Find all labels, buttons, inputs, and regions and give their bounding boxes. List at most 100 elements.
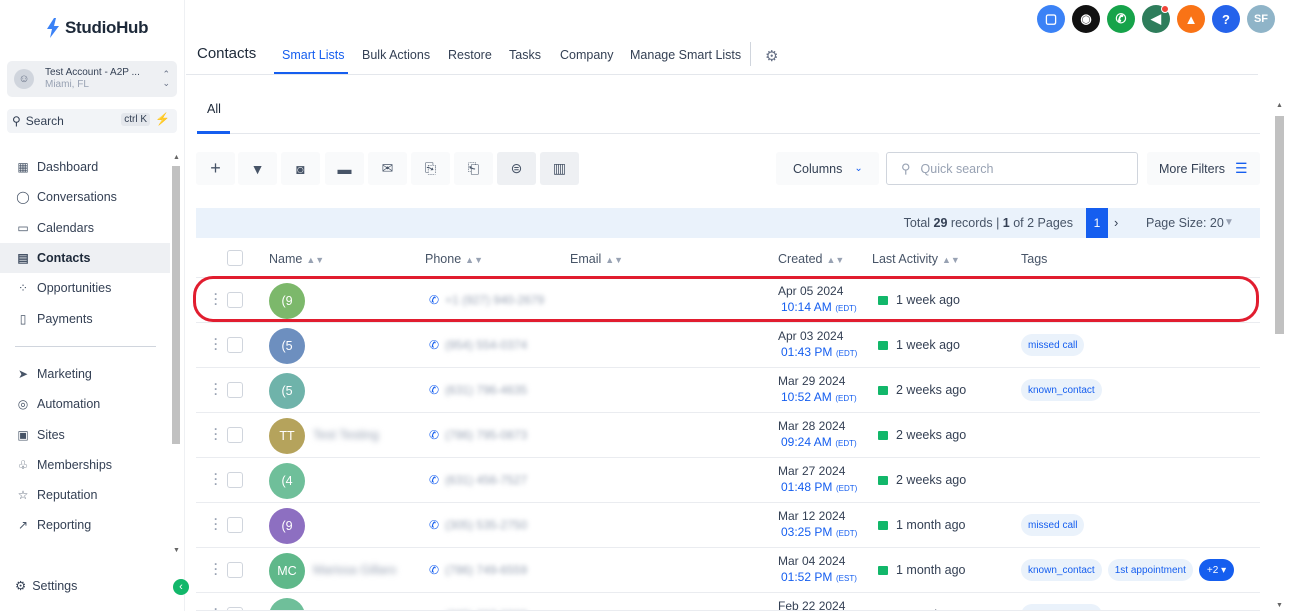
row-checkbox[interactable] bbox=[227, 517, 243, 533]
phone-icon[interactable]: ✆ bbox=[1107, 5, 1135, 33]
row-checkbox[interactable] bbox=[227, 337, 243, 353]
app-logo[interactable]: StudioHub bbox=[45, 18, 149, 38]
tag[interactable]: known_contact bbox=[1021, 559, 1102, 581]
delete-contacts-button[interactable]: ⊜ bbox=[497, 152, 536, 185]
column-created[interactable]: Created ▲▼ bbox=[778, 252, 844, 266]
table-row[interactable]: · · · TT Test Testing ✆ (786) 795-0873 Mar 28 2… bbox=[196, 413, 1260, 458]
contact-phone[interactable]: ✆ (631) 796-4635 bbox=[429, 383, 527, 397]
company-button[interactable]: ▥ bbox=[540, 152, 579, 185]
more-filters-button[interactable]: More Filters ☰ bbox=[1147, 152, 1260, 185]
sidebar-scrollbar-thumb[interactable] bbox=[172, 166, 180, 444]
contact-phone[interactable]: ✆ (786) 749-6559 bbox=[429, 563, 527, 577]
table-row[interactable]: ···(3✆(305) 297-2308Feb 22 2024 1 month … bbox=[196, 593, 1260, 611]
bell-icon[interactable]: ▲ bbox=[1177, 5, 1205, 33]
select-all-checkbox[interactable] bbox=[227, 250, 243, 266]
gear-icon[interactable]: ⚙ bbox=[765, 47, 778, 65]
add-tag-button[interactable]: ⎘ bbox=[411, 152, 450, 185]
tab-company[interactable]: Company bbox=[560, 48, 614, 62]
subtab-all[interactable]: All bbox=[207, 102, 221, 116]
row-checkbox[interactable] bbox=[227, 427, 243, 443]
drag-handle-icon[interactable]: ··· bbox=[213, 333, 219, 355]
sidebar-item-reporting[interactable]: ↗ Reporting bbox=[0, 510, 170, 540]
main-scrollbar-thumb[interactable] bbox=[1275, 116, 1284, 334]
send-email-button[interactable]: ✉ bbox=[368, 152, 407, 185]
next-page-icon[interactable]: › bbox=[1114, 215, 1118, 230]
table-row[interactable]: · · · (5 ✆ (954) 554-0374 Apr 03 2024 01:43 PM … bbox=[196, 323, 1260, 368]
automation-button[interactable]: ◙ bbox=[281, 152, 320, 185]
collapse-sidebar-button[interactable]: ‹ bbox=[173, 579, 189, 595]
tab-tasks[interactable]: Tasks bbox=[509, 48, 541, 62]
column-email[interactable]: Email ▲▼ bbox=[570, 252, 623, 266]
avatar[interactable]: (5 bbox=[269, 328, 305, 364]
tab-restore[interactable]: Restore bbox=[448, 48, 492, 62]
account-switcher[interactable]: ☺ Test Account - A2P ... Miami, FL ⌃ ⌄ bbox=[7, 61, 177, 97]
sidebar-item-dashboard[interactable]: ▦ Dashboard bbox=[0, 152, 170, 182]
avatar[interactable]: MC bbox=[269, 553, 305, 589]
avatar[interactable]: TT bbox=[269, 418, 305, 454]
sidebar-scrollbar[interactable]: ▲ ▼ bbox=[171, 152, 181, 556]
quick-action-bolt-icon[interactable]: ⚡ bbox=[155, 112, 170, 126]
sidebar-item-conversations[interactable]: ◯ Conversations bbox=[0, 182, 170, 212]
add-contact-button[interactable]: + bbox=[196, 152, 235, 185]
remove-tag-button[interactable]: ⎗ bbox=[454, 152, 493, 185]
drag-handle-icon[interactable]: ··· bbox=[213, 378, 219, 400]
more-tags-button[interactable]: +2 ▾ bbox=[1198, 559, 1235, 581]
table-row[interactable]: · · · (4 ✆ (631) 456-7527 Mar 27 2024 01:48 PM … bbox=[196, 458, 1260, 503]
table-row[interactable]: · · · (5 ✆ (631) 796-4635 Mar 29 2024 10:52 AM … bbox=[196, 368, 1260, 413]
sidebar-item-sites[interactable]: ▣ Sites bbox=[0, 419, 170, 449]
user-avatar[interactable]: SF bbox=[1247, 5, 1275, 33]
help-icon[interactable]: ? bbox=[1212, 5, 1240, 33]
tag[interactable]: known_contact bbox=[1021, 604, 1102, 610]
sidebar-item-opportunities[interactable]: ⁘ Opportunities bbox=[0, 273, 170, 303]
contact-phone[interactable]: ✆ (631) 456-7527 bbox=[429, 473, 527, 487]
table-row[interactable]: · · · (9 ✆ (305) 535-2750 Mar 12 2024 03:25 PM … bbox=[196, 503, 1260, 548]
tab-bulk-actions[interactable]: Bulk Actions bbox=[362, 48, 430, 62]
row-checkbox[interactable] bbox=[227, 382, 243, 398]
contact-name[interactable]: Test Testing bbox=[313, 428, 379, 442]
sidebar-item-reputation[interactable]: ☆ Reputation bbox=[0, 480, 170, 510]
quick-search-input[interactable] bbox=[920, 161, 1121, 176]
column-last-activity[interactable]: Last Activity ▲▼ bbox=[872, 252, 960, 266]
drag-handle-icon[interactable]: ··· bbox=[213, 558, 219, 580]
sidebar-item-payments[interactable]: ▯ Payments bbox=[0, 303, 170, 333]
page-1-button[interactable]: 1 bbox=[1086, 208, 1108, 238]
tag[interactable]: missed call bbox=[1021, 514, 1085, 536]
tag[interactable]: 1st appointment bbox=[1107, 559, 1193, 581]
columns-dropdown[interactable]: Columns ⌄ bbox=[776, 152, 879, 185]
megaphone-icon[interactable]: ◀ bbox=[1142, 5, 1170, 33]
sidebar-item-memberships[interactable]: ♧ Memberships bbox=[0, 450, 170, 480]
drag-handle-icon[interactable]: ··· bbox=[213, 513, 219, 535]
main-scrollbar[interactable]: ▲ ▼ bbox=[1274, 100, 1286, 611]
contact-phone[interactable]: ✆ (305) 535-2750 bbox=[429, 518, 527, 532]
sidebar-search[interactable]: ⚲ Search ctrl K ⚡ bbox=[7, 109, 177, 133]
contact-phone[interactable]: ✆ (786) 795-0873 bbox=[429, 428, 527, 442]
sidebar-item-settings[interactable]: ⚙ Settings bbox=[15, 578, 77, 594]
avatar[interactable]: (5 bbox=[269, 373, 305, 409]
tag[interactable]: missed call bbox=[1021, 334, 1085, 356]
sidebar-item-automation[interactable]: ◎ Automation bbox=[0, 389, 170, 419]
avatar[interactable]: (3 bbox=[269, 598, 305, 610]
table-row[interactable]: · · · MC Marissa Gillaro ✆ (786) 749-6559 Mar 0… bbox=[196, 548, 1260, 593]
contact-name[interactable]: Marissa Gillaro bbox=[313, 563, 396, 577]
chat-widget-icon[interactable]: ▢ bbox=[1037, 5, 1065, 33]
row-checkbox[interactable] bbox=[227, 607, 243, 610]
row-checkbox[interactable] bbox=[227, 472, 243, 488]
tab-smart-lists[interactable]: Smart Lists bbox=[282, 48, 345, 62]
sidebar-item-calendars[interactable]: ▭ Calendars bbox=[0, 213, 170, 243]
drag-handle-icon[interactable]: ··· bbox=[213, 423, 219, 445]
avatar[interactable]: (9 bbox=[269, 508, 305, 544]
drag-handle-icon[interactable]: ··· bbox=[213, 603, 219, 610]
tag[interactable]: known_contact bbox=[1021, 379, 1102, 401]
robot-icon[interactable]: ◉ bbox=[1072, 5, 1100, 33]
send-sms-button[interactable]: ▬ bbox=[325, 152, 364, 185]
drag-handle-icon[interactable]: ··· bbox=[213, 468, 219, 490]
column-name[interactable]: Name ▲▼ bbox=[269, 252, 324, 266]
column-phone[interactable]: Phone ▲▼ bbox=[425, 252, 483, 266]
tab-manage-smart-lists[interactable]: Manage Smart Lists bbox=[630, 48, 741, 62]
filter-button[interactable]: ▼ bbox=[238, 152, 277, 185]
row-checkbox[interactable] bbox=[227, 562, 243, 578]
quick-search-field[interactable]: ⚲ bbox=[886, 152, 1138, 185]
avatar[interactable]: (4 bbox=[269, 463, 305, 499]
page-size-select[interactable]: Page Size: 20 bbox=[1146, 216, 1224, 230]
sidebar-item-marketing[interactable]: ➤ Marketing bbox=[0, 359, 170, 389]
